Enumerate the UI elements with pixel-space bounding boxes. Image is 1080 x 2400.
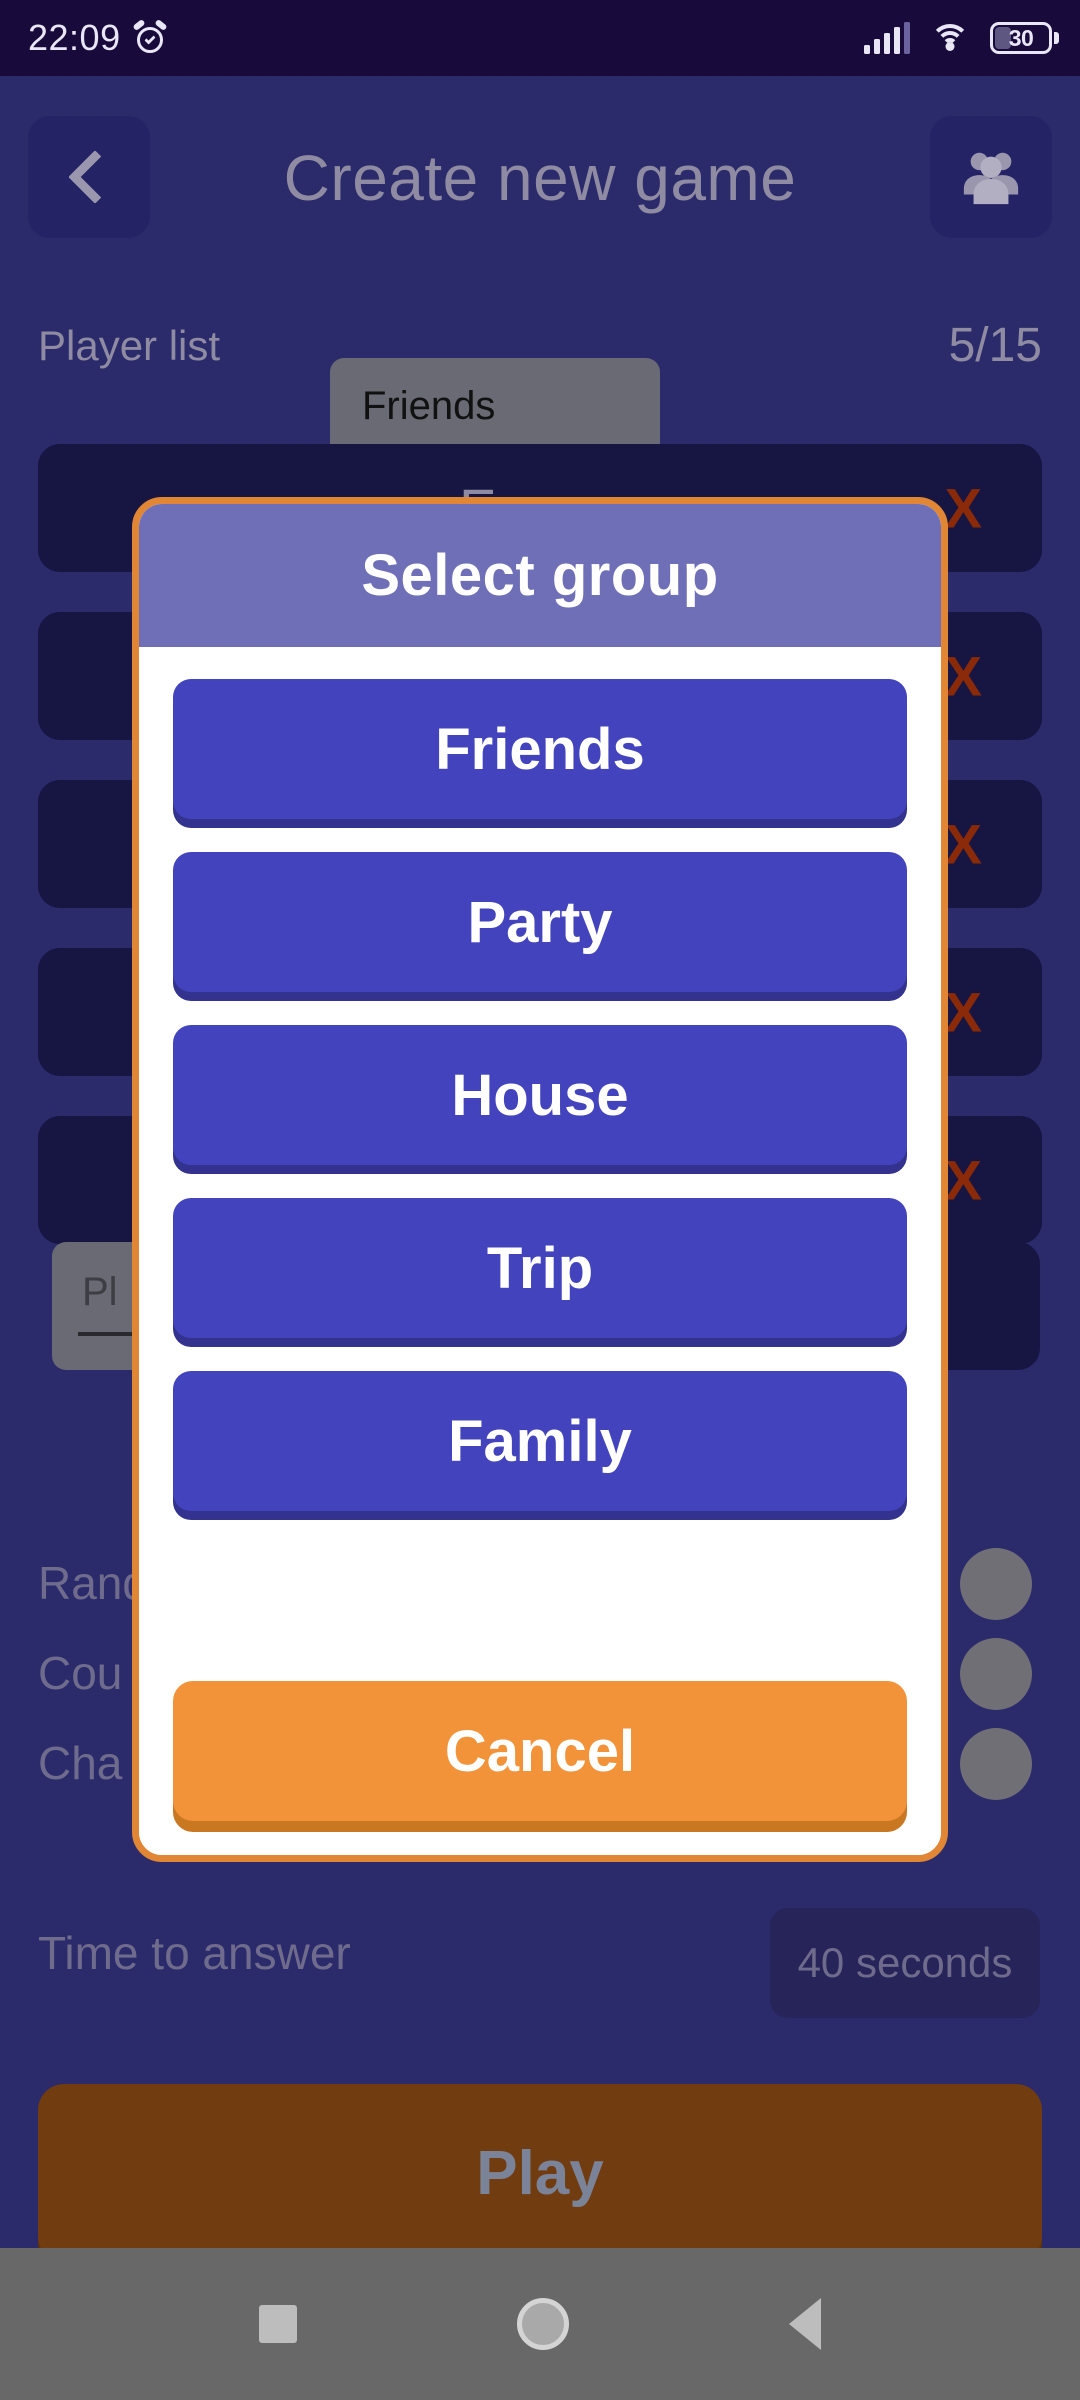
dialog-footer: Cancel	[139, 1681, 941, 1855]
triangle-back-icon[interactable]	[789, 2298, 821, 2350]
phone-screen: 22:09 30 Create new game Player list Fri…	[0, 0, 1080, 2400]
system-navigation-bar	[0, 2248, 1080, 2400]
group-option-trip[interactable]: Trip	[173, 1198, 907, 1338]
group-option-family[interactable]: Family	[173, 1371, 907, 1511]
square-recents-icon[interactable]	[259, 2305, 297, 2343]
select-group-dialog: Select group Friends Party House Trip Fa…	[132, 497, 948, 1862]
cancel-button[interactable]: Cancel	[173, 1681, 907, 1821]
dialog-options-list: Friends Party House Trip Family	[139, 647, 941, 1681]
group-option-house[interactable]: House	[173, 1025, 907, 1165]
dialog-title: Select group	[139, 504, 941, 647]
group-option-party[interactable]: Party	[173, 852, 907, 992]
group-option-friends[interactable]: Friends	[173, 679, 907, 819]
circle-home-icon[interactable]	[517, 2298, 569, 2350]
